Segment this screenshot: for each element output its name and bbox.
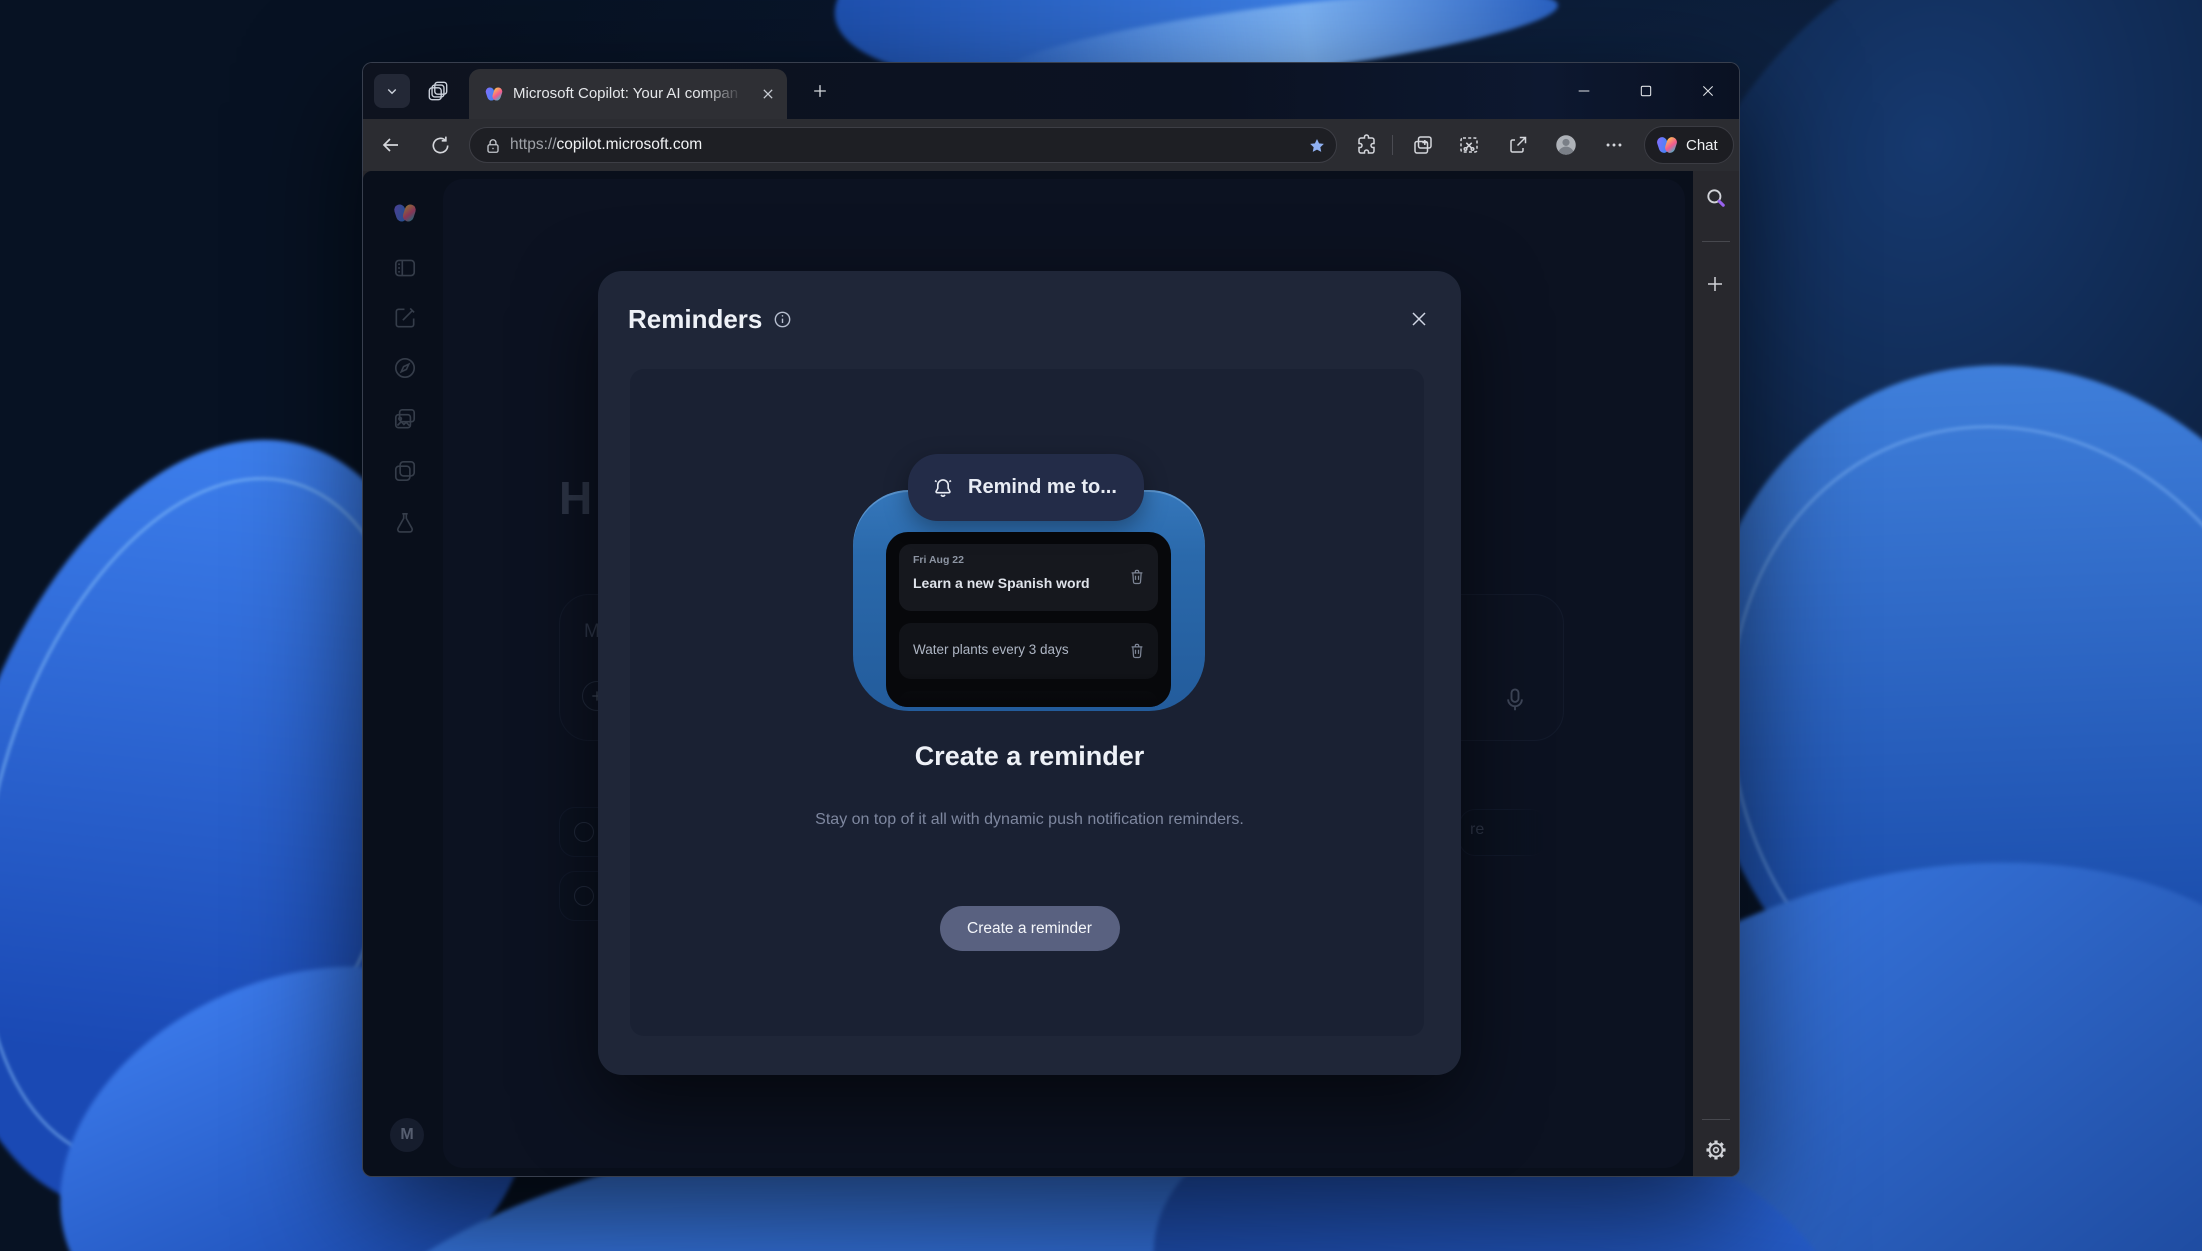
new-tab-button[interactable] (803, 74, 837, 108)
settings-gear-icon[interactable] (1703, 1137, 1729, 1163)
tab-stacks-icon (427, 80, 449, 102)
back-button[interactable] (374, 128, 408, 162)
profile-avatar-icon[interactable] (1549, 128, 1583, 162)
modal-heading: Create a reminder (598, 741, 1461, 772)
tab-close-icon[interactable] (758, 84, 778, 104)
lock-icon (483, 136, 503, 156)
maximize-button[interactable] (1623, 74, 1669, 108)
browser-content: H M re M Reminders (363, 171, 1739, 1176)
share-button[interactable] (1501, 128, 1535, 162)
copilot-page: H M re M Reminders (363, 171, 1693, 1176)
toolbar-divider (1392, 135, 1393, 155)
modal-header: Reminders (598, 271, 1461, 367)
maximize-icon (1638, 83, 1654, 99)
copilot-chat-button[interactable]: Chat (1644, 126, 1734, 164)
modal-close-icon[interactable] (1407, 307, 1431, 331)
browser-toolbar: https://copilot.microsoft.com Chat (363, 119, 1739, 171)
minimize-icon (1576, 83, 1592, 99)
extensions-button[interactable] (1348, 128, 1382, 162)
window-close-button[interactable] (1685, 74, 1731, 108)
search-icon[interactable] (1703, 185, 1729, 211)
reminders-modal: Reminders Fri Aug 22 Learn a new Spanish… (598, 271, 1461, 1075)
tab-actions-button[interactable] (420, 74, 456, 108)
illustration-phone-screen: Fri Aug 22 Learn a new Spanish word Wate… (886, 532, 1171, 707)
url-protocol: https:// (510, 136, 557, 153)
create-reminder-button[interactable]: Create a reminder (940, 906, 1120, 951)
minimize-button[interactable] (1561, 74, 1607, 108)
browser-window: Microsoft Copilot: Your AI compan https:… (362, 62, 1740, 1177)
rail-divider (1702, 1119, 1730, 1120)
rail-divider (1702, 241, 1730, 242)
copilot-favicon (484, 84, 504, 104)
chevron-down-icon (383, 82, 401, 100)
edge-sidebar-rail (1693, 171, 1739, 1176)
favorite-star-icon[interactable] (1307, 136, 1327, 156)
plus-icon (810, 81, 830, 101)
modal-subtitle: Stay on top of it all with dynamic push … (810, 806, 1250, 834)
copilot-chat-label: Chat (1686, 137, 1718, 154)
desktop: Microsoft Copilot: Your AI compan https:… (0, 0, 2202, 1251)
web-capture-button[interactable] (1452, 128, 1486, 162)
remind-me-pill-label: Remind me to... (968, 476, 1117, 499)
collections-button[interactable] (1406, 128, 1440, 162)
phone-bottom-fade (886, 673, 1171, 707)
reminder-text: Water plants every 3 days (913, 642, 1069, 657)
reminder-card: Water plants every 3 days (899, 623, 1158, 679)
reminder-text: Learn a new Spanish word (913, 575, 1090, 591)
trash-icon[interactable] (1127, 567, 1147, 587)
reminder-date: Fri Aug 22 (913, 554, 964, 566)
bell-icon (930, 475, 956, 501)
modal-title: Reminders (628, 304, 762, 335)
rail-add-button[interactable] (1703, 272, 1729, 298)
tab-search-button[interactable] (374, 74, 410, 108)
address-bar[interactable]: https://copilot.microsoft.com (469, 127, 1337, 163)
url-domain: copilot.microsoft.com (557, 136, 703, 153)
more-menu-button[interactable] (1597, 128, 1631, 162)
reminder-card: Fri Aug 22 Learn a new Spanish word (899, 544, 1158, 611)
info-icon[interactable] (772, 309, 793, 330)
refresh-button[interactable] (423, 128, 457, 162)
titlebar: Microsoft Copilot: Your AI compan (363, 63, 1739, 119)
close-icon (1700, 83, 1716, 99)
trash-icon[interactable] (1127, 641, 1147, 661)
tab-title: Microsoft Copilot: Your AI compan (513, 85, 745, 102)
copilot-logo-icon (1655, 133, 1679, 157)
browser-tab[interactable]: Microsoft Copilot: Your AI compan (469, 69, 787, 119)
url-text: https://copilot.microsoft.com (510, 136, 702, 154)
remind-me-pill: Remind me to... (908, 454, 1144, 521)
